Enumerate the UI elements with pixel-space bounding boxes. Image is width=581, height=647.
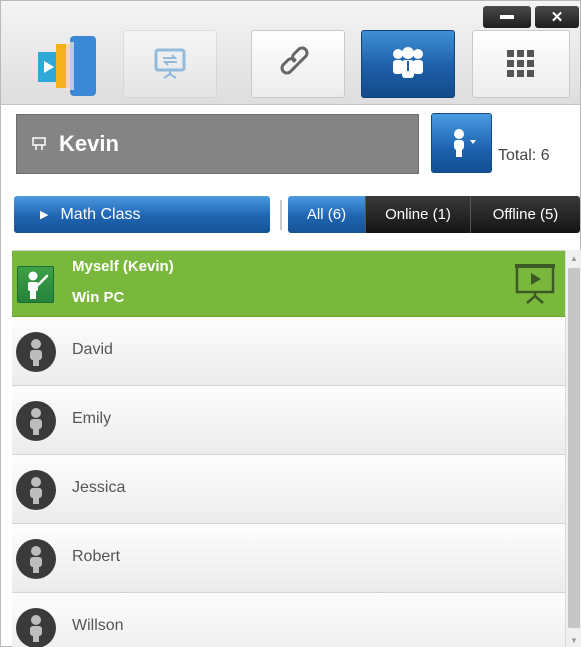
student-avatar-icon (16, 470, 56, 510)
list-item[interactable]: Robert (12, 524, 565, 593)
presentation-icon[interactable] (514, 263, 556, 305)
person-icon (453, 129, 476, 157)
group-icon (393, 47, 423, 78)
current-user-bar: Kevin (16, 114, 419, 174)
screen-share-icon (154, 48, 186, 79)
student-name: David (72, 341, 113, 358)
scroll-down-arrow-icon[interactable]: ▼ (566, 632, 581, 647)
class-button[interactable]: ▶ Math Class (14, 196, 270, 233)
list-item[interactable]: Jessica (12, 455, 565, 524)
myself-device: Win PC (72, 289, 125, 306)
student-name: Willson (72, 617, 124, 634)
filter-offline-tab[interactable]: Offline (5) (470, 196, 580, 233)
divider (280, 200, 282, 230)
student-avatar-icon (16, 608, 56, 647)
class-label: Math Class (60, 205, 141, 223)
filter-all-tab[interactable]: All (6) (288, 196, 365, 233)
student-name: Emily (72, 410, 112, 427)
minimize-button[interactable] (483, 6, 531, 28)
student-avatar-icon (16, 539, 56, 579)
grid-icon (507, 50, 534, 77)
apps-button[interactable] (472, 30, 570, 98)
minimize-icon (500, 15, 514, 19)
student-name: Jessica (72, 479, 126, 496)
close-button[interactable]: ✕ (535, 6, 579, 28)
screen-share-button[interactable] (123, 30, 217, 98)
list-item[interactable]: Emily (12, 386, 565, 455)
role-dropdown-button[interactable] (431, 113, 492, 173)
student-avatar-icon (16, 332, 56, 372)
link-button[interactable] (251, 30, 345, 98)
list-item-myself[interactable]: Myself (Kevin) Win PC (12, 251, 565, 317)
list-scrollbar[interactable]: ▲ ▼ (565, 250, 581, 647)
teacher-avatar (17, 266, 54, 303)
play-icon: ▶ (40, 209, 49, 221)
list-item[interactable]: David (12, 317, 565, 386)
current-user-name: Kevin (59, 131, 119, 156)
filter-online-tab[interactable]: Online (1) (365, 196, 470, 233)
scroll-thumb[interactable] (568, 268, 580, 628)
close-icon: ✕ (550, 9, 564, 26)
student-list: Myself (Kevin) Win PC David Emily Jessic… (12, 250, 565, 647)
scroll-up-arrow-icon[interactable]: ▲ (566, 250, 581, 266)
myself-name: Myself (Kevin) (72, 258, 174, 275)
users-button[interactable] (361, 30, 455, 98)
app-logo (38, 36, 96, 96)
total-count: Total: 6 (498, 147, 550, 164)
teacher-board-icon (31, 136, 47, 152)
teacher-icon (27, 271, 48, 299)
student-name: Robert (72, 548, 121, 565)
link-icon (280, 46, 309, 75)
list-item[interactable]: Willson (12, 593, 565, 647)
student-avatar-icon (16, 401, 56, 441)
